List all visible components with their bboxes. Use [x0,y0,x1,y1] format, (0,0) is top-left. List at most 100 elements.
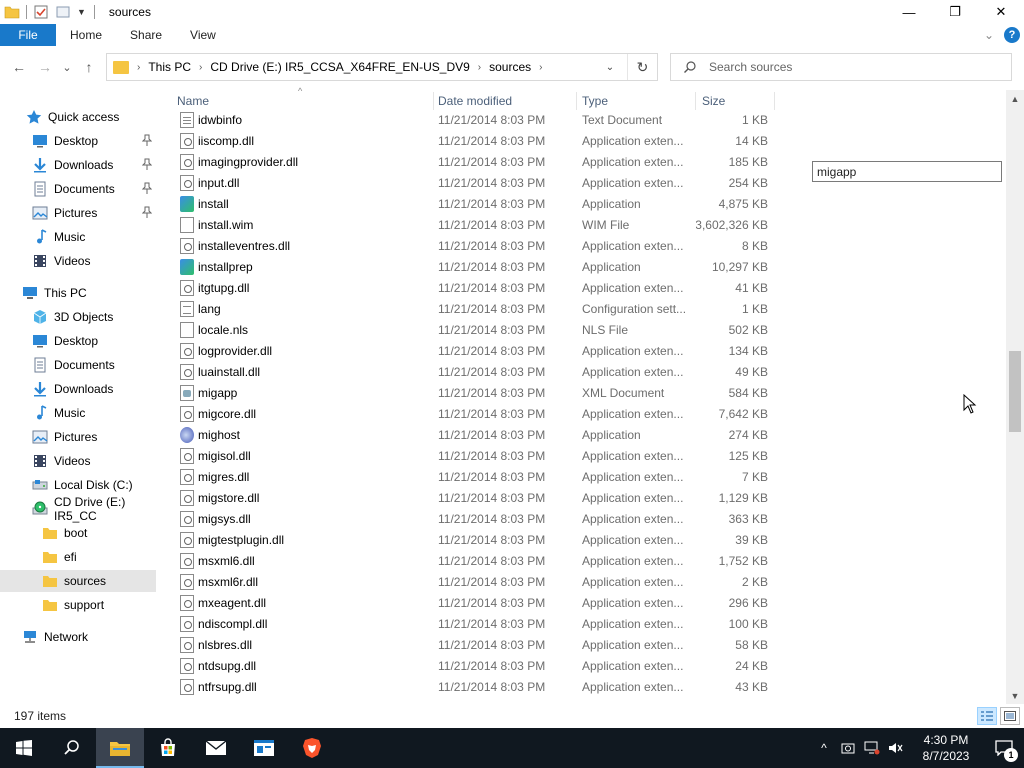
file-row[interactable]: iiscomp.dll 11/21/2014 8:03 PM Application… [160,130,776,151]
column-divider[interactable] [433,92,434,110]
minimize-button[interactable]: — [886,0,932,24]
sidebar-item-pictures[interactable]: Pictures [0,426,156,448]
scroll-up-button[interactable]: ▲ [1006,90,1024,107]
start-button[interactable] [0,728,48,768]
taskbar-mail[interactable] [192,728,240,768]
file-row[interactable]: migres.dll 11/21/2014 8:03 PM Application … [160,466,776,487]
column-divider[interactable] [576,92,577,110]
close-button[interactable]: ✕ [978,0,1024,24]
file-row[interactable]: ntfrsupg.dll 11/21/2014 8:03 PM Applicatio… [160,676,776,697]
expand-ribbon-icon[interactable]: ⌄ [984,28,994,42]
file-row[interactable]: msxml6.dll 11/21/2014 8:03 PM Application … [160,550,776,571]
network-tray-icon[interactable] [860,728,884,768]
file-row[interactable]: mxeagent.dll 11/21/2014 8:03 PM Applicatio… [160,592,776,613]
new-folder-icon[interactable] [55,4,71,20]
file-row[interactable]: mighost 11/21/2014 8:03 PM Application 274 … [160,424,776,445]
tab-file[interactable]: File [0,24,56,46]
sidebar-item-pictures[interactable]: Pictures [0,202,156,224]
file-row[interactable]: migcore.dll 11/21/2014 8:03 PM Application… [160,403,776,424]
sidebar-item-support[interactable]: support [0,594,156,616]
taskbar-search-button[interactable] [48,728,96,768]
sidebar-item-boot[interactable]: boot [0,522,156,544]
rename-input[interactable]: migapp [812,161,1002,182]
file-row[interactable]: nlsbres.dll 11/21/2014 8:03 PM Application… [160,634,776,655]
sidebar-item-music[interactable]: Music [0,402,156,424]
sidebar-item-sources[interactable]: sources [0,570,156,592]
vertical-scrollbar[interactable]: ▲ ▼ [1006,90,1024,704]
file-row[interactable]: install 11/21/2014 8:03 PM Application 4,87… [160,193,776,214]
camera-tray-icon[interactable] [836,728,860,768]
file-row[interactable]: itgtupg.dll 11/21/2014 8:03 PM Application… [160,277,776,298]
breadcrumb-separator[interactable]: › [539,62,542,73]
sidebar-item-this-pc[interactable]: This PC [0,282,156,304]
column-divider[interactable] [774,92,775,110]
address-bar[interactable]: › This PC › CD Drive (E:) IR5_CCSA_X64FR… [106,53,658,81]
column-date-modified[interactable]: Date modified [438,90,576,112]
file-row[interactable]: lang 11/21/2014 8:03 PM Configuration sett… [160,298,776,319]
taskbar-clock[interactable]: 4:30 PM 8/7/2023 [908,728,984,768]
volume-tray-icon[interactable] [884,728,908,768]
scroll-down-button[interactable]: ▼ [1006,687,1024,704]
file-row[interactable]: migisol.dll 11/21/2014 8:03 PM Application… [160,445,776,466]
maximize-button[interactable]: ❐ [932,0,978,24]
column-divider[interactable] [695,92,696,110]
sidebar-item-downloads[interactable]: Downloads [0,154,156,176]
taskbar-app-window[interactable] [240,728,288,768]
file-row[interactable]: migapp 11/21/2014 8:03 PM XML Document 584 … [160,382,776,403]
scrollbar-thumb[interactable] [1009,350,1021,432]
refresh-button[interactable]: ↻ [627,54,657,80]
tab-share[interactable]: Share [116,24,176,46]
sidebar-item-videos[interactable]: Videos [0,450,156,472]
show-hidden-icons-button[interactable]: ^ [812,728,836,768]
sidebar-item-network[interactable]: Network [0,626,156,648]
large-icons-view-button[interactable] [1000,707,1020,725]
sidebar-item-downloads[interactable]: Downloads [0,378,156,400]
sidebar-item-efi[interactable]: efi [0,546,156,568]
taskbar-store[interactable] [144,728,192,768]
file-row[interactable]: imagingprovider.dll 11/21/2014 8:03 PM App… [160,151,776,172]
file-row[interactable]: migstore.dll 11/21/2014 8:03 PM Applicatio… [160,487,776,508]
file-row[interactable]: msxml6r.dll 11/21/2014 8:03 PM Application… [160,571,776,592]
taskbar-file-explorer[interactable] [96,728,144,768]
column-name[interactable]: Name [177,90,427,112]
tab-view[interactable]: View [176,24,230,46]
sidebar-item-documents[interactable]: Documents [0,354,156,376]
action-center-button[interactable]: 1 [984,728,1024,768]
breadcrumb-cd-drive[interactable]: CD Drive (E:) IR5_CCSA_X64FRE_EN-US_DV9 [210,60,469,74]
column-type[interactable]: Type [582,90,692,112]
up-button[interactable]: ↑ [78,53,100,81]
file-row[interactable]: idwbinfo 11/21/2014 8:03 PM Text Document 1… [160,112,776,130]
sidebar-item-desktop[interactable]: Desktop [0,130,156,152]
breadcrumb-separator[interactable]: › [199,62,202,73]
file-row[interactable]: luainstall.dll 11/21/2014 8:03 PM Applicat… [160,361,776,382]
search-box[interactable]: Search sources [670,53,1012,81]
sidebar-item-local-disk-c[interactable]: Local Disk (C:) [0,474,156,496]
file-row[interactable]: ntdsupg.dll 11/21/2014 8:03 PM Application… [160,655,776,676]
tab-home[interactable]: Home [56,24,116,46]
file-row[interactable]: migtestplugin.dll 11/21/2014 8:03 PM Appli… [160,529,776,550]
customize-toolbar-chevron-icon[interactable]: ▼ [77,7,86,17]
sidebar-item-desktop[interactable]: Desktop [0,330,156,352]
properties-icon[interactable] [33,4,49,20]
sidebar-item-music[interactable]: Music [0,226,156,248]
file-row[interactable]: migsys.dll 11/21/2014 8:03 PM Application … [160,508,776,529]
file-row[interactable]: logprovider.dll 11/21/2014 8:03 PM Applica… [160,340,776,361]
column-size[interactable]: Size [702,90,772,112]
breadcrumb-sources[interactable]: sources [489,60,531,74]
breadcrumb-separator[interactable]: › [478,62,481,73]
file-row[interactable]: installprep 11/21/2014 8:03 PM Application… [160,256,776,277]
sidebar-item-3d-objects[interactable]: 3D Objects [0,306,156,328]
breadcrumb-this-pc[interactable]: This PC [148,60,191,74]
sidebar-item-quick-access[interactable]: Quick access [0,106,156,128]
file-row[interactable]: installeventres.dll 11/21/2014 8:03 PM App… [160,235,776,256]
sidebar-item-videos[interactable]: Videos [0,250,156,272]
file-row[interactable]: input.dll 11/21/2014 8:03 PM Application e… [160,172,776,193]
recent-locations-button[interactable]: ⌄ [56,53,78,81]
details-view-button[interactable] [977,707,997,725]
file-row[interactable]: ndiscompl.dll 11/21/2014 8:03 PM Applicati… [160,613,776,634]
forward-button[interactable]: → [34,53,56,81]
taskbar-brave-browser[interactable] [288,728,336,768]
file-row[interactable]: install.wim 11/21/2014 8:03 PM WIM File 3,6… [160,214,776,235]
search-input[interactable]: Search sources [709,60,792,74]
back-button[interactable]: ← [8,53,30,81]
